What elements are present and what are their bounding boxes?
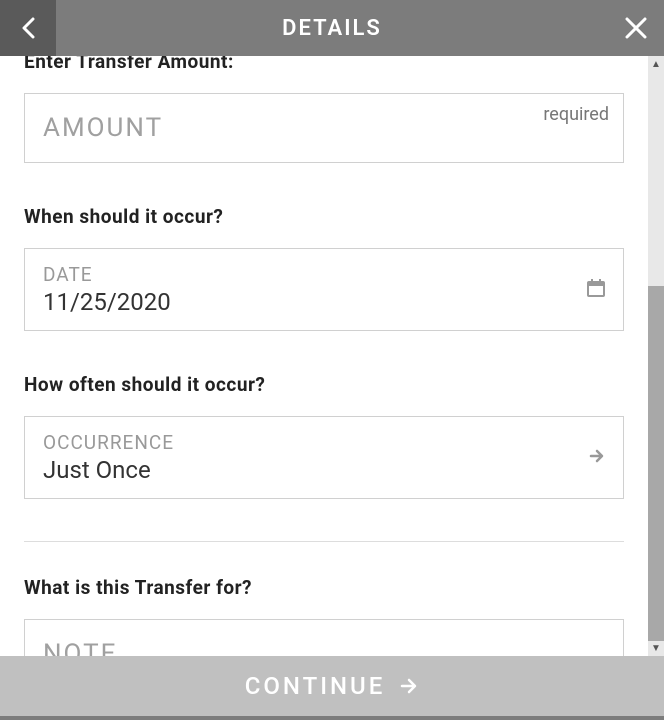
scrollbar-thumb[interactable] — [648, 286, 664, 641]
calendar-icon — [587, 279, 605, 301]
bottom-strip — [0, 716, 664, 720]
continue-label: CONTINUE — [245, 672, 386, 700]
chevron-left-icon — [21, 17, 35, 39]
form-content: Enter Transfer Amount: required AMOUNT W… — [0, 56, 648, 656]
date-field[interactable]: DATE 11/25/2020 — [24, 248, 624, 331]
scroll-up-arrow[interactable]: ▲ — [648, 56, 664, 72]
modal-header: DETAILS — [0, 0, 664, 56]
occurrence-label: OCCURRENCE — [43, 431, 605, 454]
modal-title: DETAILS — [56, 16, 608, 41]
close-button[interactable] — [608, 0, 664, 56]
date-prompt: When should it occur? — [24, 205, 624, 228]
amount-prompt: Enter Transfer Amount: — [24, 56, 624, 73]
occurrence-prompt: How often should it occur? — [24, 373, 624, 396]
required-label: required — [543, 104, 609, 125]
note-prompt: What is this Transfer for? — [24, 576, 624, 599]
occurrence-field[interactable]: OCCURRENCE Just Once — [24, 416, 624, 499]
amount-field[interactable]: required AMOUNT — [24, 93, 624, 163]
form-scroll-area[interactable]: Enter Transfer Amount: required AMOUNT W… — [0, 56, 664, 656]
close-icon — [625, 17, 647, 39]
date-value: 11/25/2020 — [43, 288, 605, 316]
continue-button[interactable]: CONTINUE — [0, 656, 664, 716]
arrow-right-icon — [589, 448, 605, 468]
section-divider — [24, 541, 624, 542]
note-placeholder: NOTE — [43, 639, 605, 656]
note-field[interactable]: NOTE — [24, 619, 624, 656]
arrow-right-icon — [399, 676, 419, 696]
date-label: DATE — [43, 263, 605, 286]
back-button[interactable] — [0, 0, 56, 56]
amount-placeholder: AMOUNT — [43, 113, 605, 143]
occurrence-value: Just Once — [43, 456, 605, 484]
scroll-down-arrow[interactable]: ▼ — [648, 640, 664, 656]
scrollbar-track[interactable]: ▲ ▼ — [648, 56, 664, 656]
